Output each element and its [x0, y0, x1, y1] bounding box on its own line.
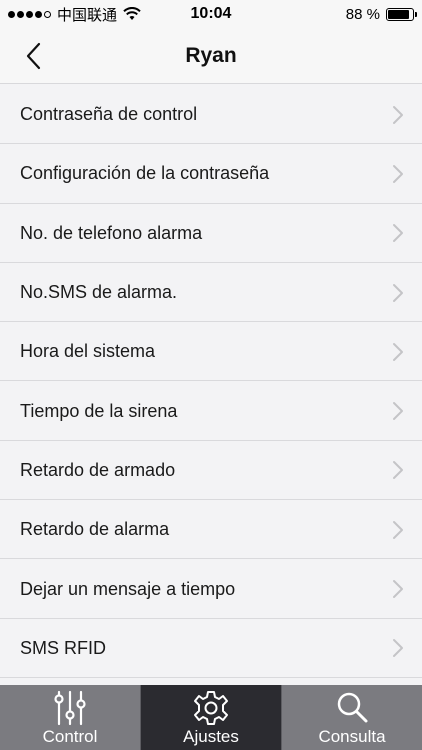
- sliders-icon: [50, 689, 90, 727]
- wifi-icon: [123, 7, 141, 20]
- list-item[interactable]: No. de telefono alarma: [0, 203, 422, 264]
- tab-bar: Control Ajustes Consulta: [0, 685, 422, 750]
- list-item-label: Retardo de armado: [20, 459, 176, 480]
- list-item[interactable]: Dejar un mensaje a tiempo: [0, 559, 422, 619]
- list-item[interactable]: No.SMS de alarma.: [0, 262, 422, 323]
- list-item-label: No. de telefono alarma: [20, 222, 203, 243]
- chevron-right-icon: [392, 223, 404, 243]
- search-icon: [334, 689, 370, 727]
- list-item[interactable]: Tiempo de la sirena: [0, 381, 422, 442]
- chevron-right-icon: [392, 164, 404, 184]
- list-item[interactable]: Configuración de la contraseña: [0, 144, 422, 204]
- list-item-label: Hora del sistema: [20, 341, 156, 362]
- list-item-label: No.SMS de alarma.: [20, 282, 178, 303]
- tab-ajustes[interactable]: Ajustes: [140, 685, 281, 750]
- chevron-right-icon: [392, 401, 404, 421]
- list-item-label: Configuración de la contraseña: [20, 163, 270, 184]
- chevron-right-icon: [392, 520, 404, 540]
- chevron-right-icon: [392, 579, 404, 599]
- list-item-label: Retardo de alarma: [20, 519, 170, 540]
- gear-icon: [192, 689, 230, 727]
- list-item[interactable]: Contraseña de control: [0, 85, 422, 145]
- tab-label-ajustes: Ajustes: [183, 727, 239, 746]
- list-item[interactable]: SMS RFID: [0, 618, 422, 679]
- tab-control[interactable]: Control: [0, 685, 140, 750]
- status-right: 88 %: [345, 5, 417, 23]
- battery-icon: [386, 7, 417, 21]
- settings-list: Contraseña de control Configuración de la…: [0, 85, 422, 685]
- chevron-right-icon: [392, 105, 404, 125]
- chevron-right-icon: [392, 460, 404, 480]
- list-item-label: Contraseña de control: [20, 104, 198, 125]
- chevron-right-icon: [392, 283, 404, 303]
- status-bar: 中国联通 10:04 88 %: [0, 0, 422, 28]
- tab-consulta[interactable]: Consulta: [281, 685, 422, 750]
- chevron-right-icon: [392, 342, 404, 362]
- navigation-bar: Ryan: [0, 28, 422, 84]
- battery-fill: [388, 9, 410, 19]
- list-item[interactable]: Hora del sistema: [0, 322, 422, 382]
- tab-label-consulta: Consulta: [318, 727, 386, 746]
- back-button[interactable]: [18, 40, 48, 72]
- battery-percentage: 88 %: [345, 5, 380, 23]
- tab-label-control: Control: [42, 727, 98, 746]
- list-item-label: Dejar un mensaje a tiempo: [20, 578, 236, 599]
- list-item-label: Tiempo de la sirena: [20, 400, 178, 421]
- chevron-right-icon: [392, 638, 404, 658]
- carrier-name: 中国联通: [57, 6, 118, 24]
- chevron-left-icon: [26, 42, 41, 70]
- list-item-label: SMS RFID: [20, 637, 107, 658]
- list-item[interactable]: Retardo de armado: [0, 440, 422, 501]
- page-title: Ryan: [185, 43, 237, 67]
- signal-strength-icon: [8, 10, 51, 18]
- status-left: 中国联通: [8, 4, 141, 25]
- list-item[interactable]: Retardo de alarma: [0, 500, 422, 560]
